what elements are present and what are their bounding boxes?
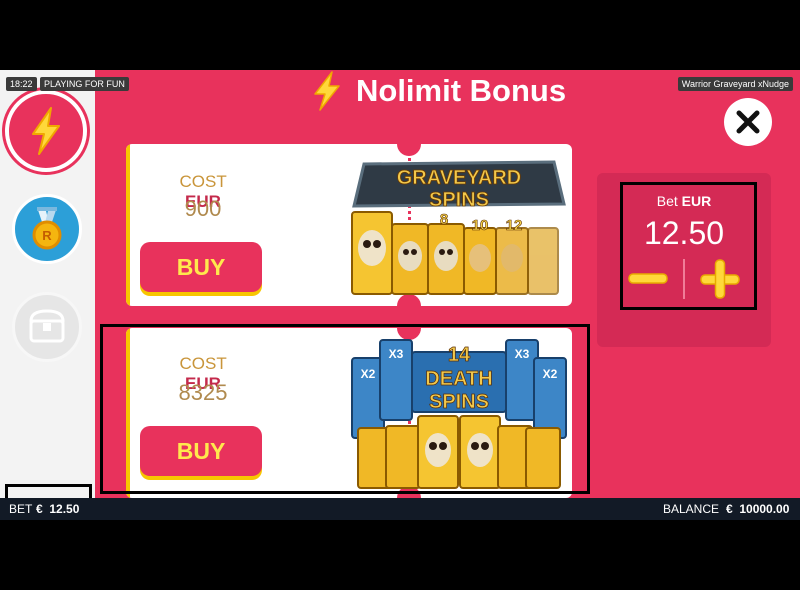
sidebar: R <box>0 70 95 498</box>
footer-balance-label: BALANCE <box>663 502 720 516</box>
cost-value: 900 <box>184 196 222 221</box>
footer-balance-value: € 10000.00 <box>726 502 790 516</box>
skull-card <box>427 223 465 295</box>
highlight-box-bet-controls <box>620 182 757 310</box>
skull-card <box>391 223 429 295</box>
cost-label-text: COST <box>179 172 227 191</box>
sidebar-item-chest[interactable] <box>12 292 82 362</box>
graveyard-spins-artwork: GRAVEYARD SPINS 8 10 12 <box>351 144 572 306</box>
close-icon <box>736 110 760 134</box>
skull-card <box>495 227 529 295</box>
skull-card <box>351 211 393 295</box>
medal-icon: R <box>32 207 62 250</box>
spins-count-8: 8 <box>440 211 448 228</box>
game-name-badge: Warrior Graveyard xNudge <box>677 77 793 91</box>
lightning-bolt-icon <box>314 71 340 111</box>
treasure-chest-icon <box>29 309 65 343</box>
footer-bet-label: BET <box>9 502 33 516</box>
footer-bar: BET € 12.50 BALANCE € 10000.00 <box>0 498 800 520</box>
play-mode-badge: PLAYING FOR FUN <box>40 77 129 91</box>
art-title-line1: GRAVEYARD <box>397 167 521 189</box>
art-title-line2: SPINS <box>429 189 489 211</box>
close-button[interactable] <box>724 98 772 146</box>
skull-card <box>527 227 559 295</box>
sidebar-item-nolimit-bonus[interactable] <box>5 90 87 172</box>
page-title-area: Nolimit Bonus <box>310 70 566 112</box>
clock: 18:22 <box>6 77 37 91</box>
sidebar-item-medal[interactable]: R <box>12 194 82 264</box>
svg-text:R: R <box>42 228 52 243</box>
offer-card-graveyard-spins: COST EUR 900 BUY GRAVEYARD SPINS 8 10 12 <box>126 144 572 306</box>
spins-count-10: 10 <box>472 217 489 234</box>
lightning-bolt-icon <box>32 107 60 155</box>
spins-count-12: 12 <box>506 217 523 234</box>
highlight-box-death-spins-offer <box>100 324 590 494</box>
page-title: Nolimit Bonus <box>356 73 567 108</box>
footer-bet-value: € 12.50 <box>36 502 80 516</box>
buy-button[interactable]: BUY <box>140 242 262 292</box>
skull-card <box>463 227 497 295</box>
